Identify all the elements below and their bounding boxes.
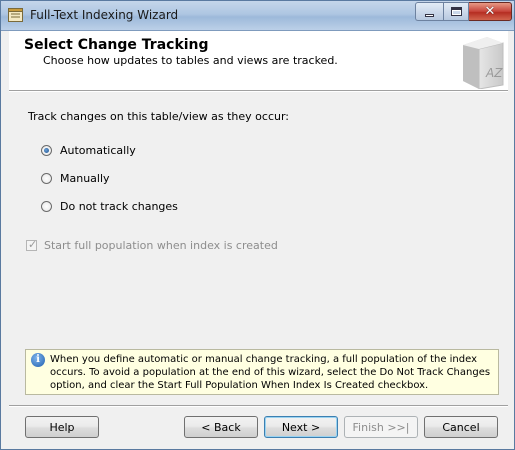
radio-button[interactable] xyxy=(41,145,52,156)
radio-label: Do not track changes xyxy=(60,200,178,213)
radio-button[interactable] xyxy=(41,201,52,212)
close-button[interactable]: ✕ xyxy=(469,2,512,21)
wizard-window: Full-Text Indexing Wizard ✕ Select Chang… xyxy=(0,0,515,450)
next-button[interactable]: Next > xyxy=(264,416,338,438)
tracking-prompt: Track changes on this table/view as they… xyxy=(28,110,290,123)
maximize-button[interactable] xyxy=(443,2,469,21)
checkbox-label: Start full population when index is crea… xyxy=(44,239,278,252)
app-icon xyxy=(8,8,23,22)
checkmark-icon: ✓ xyxy=(28,238,38,251)
radio-manually[interactable]: Manually xyxy=(41,172,110,185)
info-icon: i xyxy=(31,353,45,367)
minimize-button[interactable] xyxy=(415,2,443,21)
maximize-icon xyxy=(450,7,462,16)
help-button[interactable]: Help xyxy=(25,416,99,438)
back-button[interactable]: < Back xyxy=(184,416,258,438)
cancel-button[interactable]: Cancel xyxy=(424,416,498,438)
checkbox[interactable]: ✓ xyxy=(26,238,38,251)
book-icon-label: AZ xyxy=(485,66,503,80)
finish-button[interactable]: Finish >>| xyxy=(344,416,418,438)
radio-button[interactable] xyxy=(41,173,52,184)
wizard-header: Select Change Tracking Choose how update… xyxy=(9,31,508,90)
radio-label: Manually xyxy=(60,172,110,185)
title-bar[interactable]: Full-Text Indexing Wizard ✕ xyxy=(1,1,514,31)
footer-divider-highlight xyxy=(9,406,508,407)
start-full-population-checkbox[interactable]: ✓ Start full population when index is cr… xyxy=(26,238,278,252)
book-icon: AZ xyxy=(463,37,504,89)
close-icon: ✕ xyxy=(484,4,496,19)
page-title: Select Change Tracking xyxy=(24,37,209,53)
info-panel: i When you define automatic or manual ch… xyxy=(25,349,499,395)
minimize-icon xyxy=(425,14,434,17)
window-title: Full-Text Indexing Wizard xyxy=(30,8,179,22)
radio-do-not-track[interactable]: Do not track changes xyxy=(41,200,178,213)
radio-label: Automatically xyxy=(60,144,136,157)
header-divider-highlight xyxy=(9,91,508,92)
radio-automatically[interactable]: Automatically xyxy=(41,144,136,157)
info-text: When you define automatic or manual chan… xyxy=(50,354,491,391)
page-subtitle: Choose how updates to tables and views a… xyxy=(43,54,338,67)
